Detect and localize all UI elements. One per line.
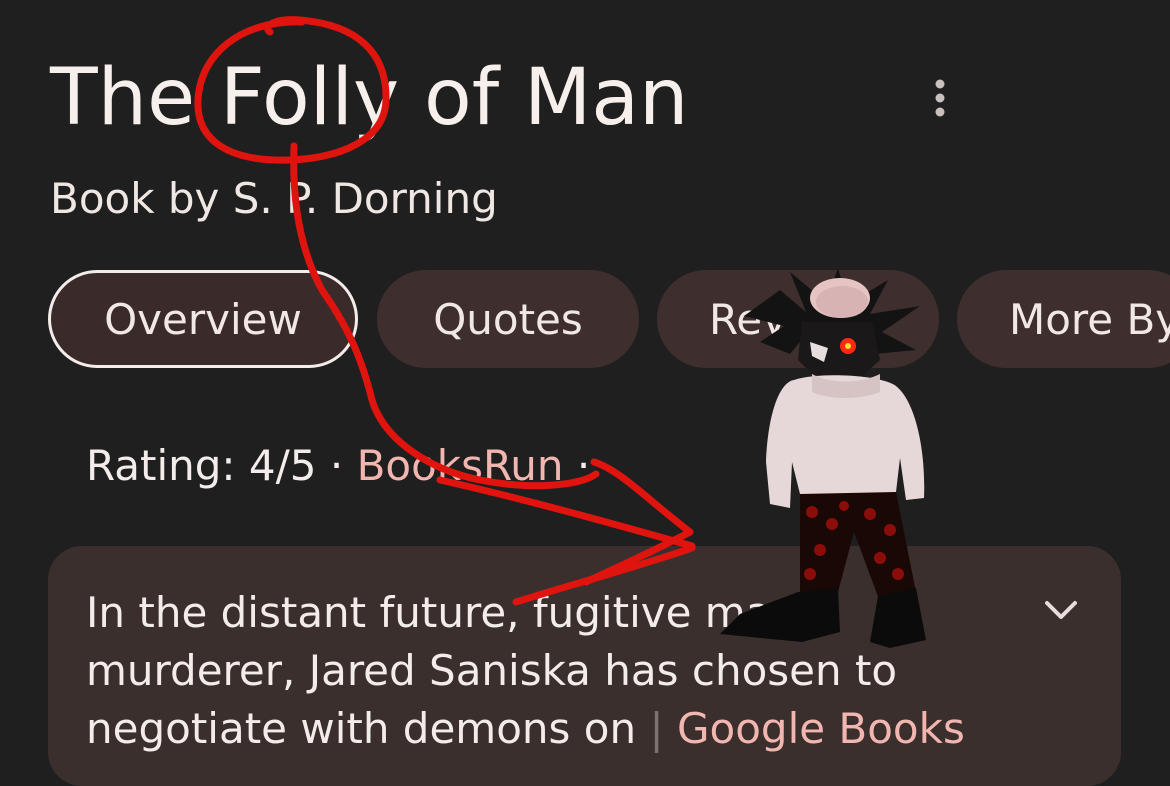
rating-label: Rating: 4/5 [86,441,317,490]
tab-more-by[interactable]: More By [957,270,1170,368]
description-card[interactable]: In the distant future, fugitive mass mur… [48,546,1121,786]
tab-overview-label: Overview [104,294,302,344]
description-line-3: negotiate with demons on [86,704,637,753]
book-subtitle: Book by S. P. Dorning [50,174,498,223]
description-source-link[interactable]: Google Books [677,704,965,753]
tab-quotes-label: Quotes [433,294,583,344]
tab-overview[interactable]: Overview [48,270,358,368]
description-line-1: In the distant future, fugitive mass [86,588,816,637]
tab-quotes[interactable]: Quotes [377,270,639,368]
rating-row: Rating: 4/5 · BooksRun · [86,440,590,492]
rating-source-link[interactable]: BooksRun [357,441,564,490]
more-options-button[interactable] [918,76,962,120]
rating-separator: · [329,441,344,490]
chevron-down-icon[interactable] [1041,590,1081,630]
more-vert-icon [935,79,945,117]
description-divider: | [649,704,664,753]
page-title: The Folly of Man [50,53,689,143]
tab-more-by-label: More By [1009,294,1170,344]
character-sticker-image [720,268,926,648]
rating-trailing-separator: · [576,441,591,490]
